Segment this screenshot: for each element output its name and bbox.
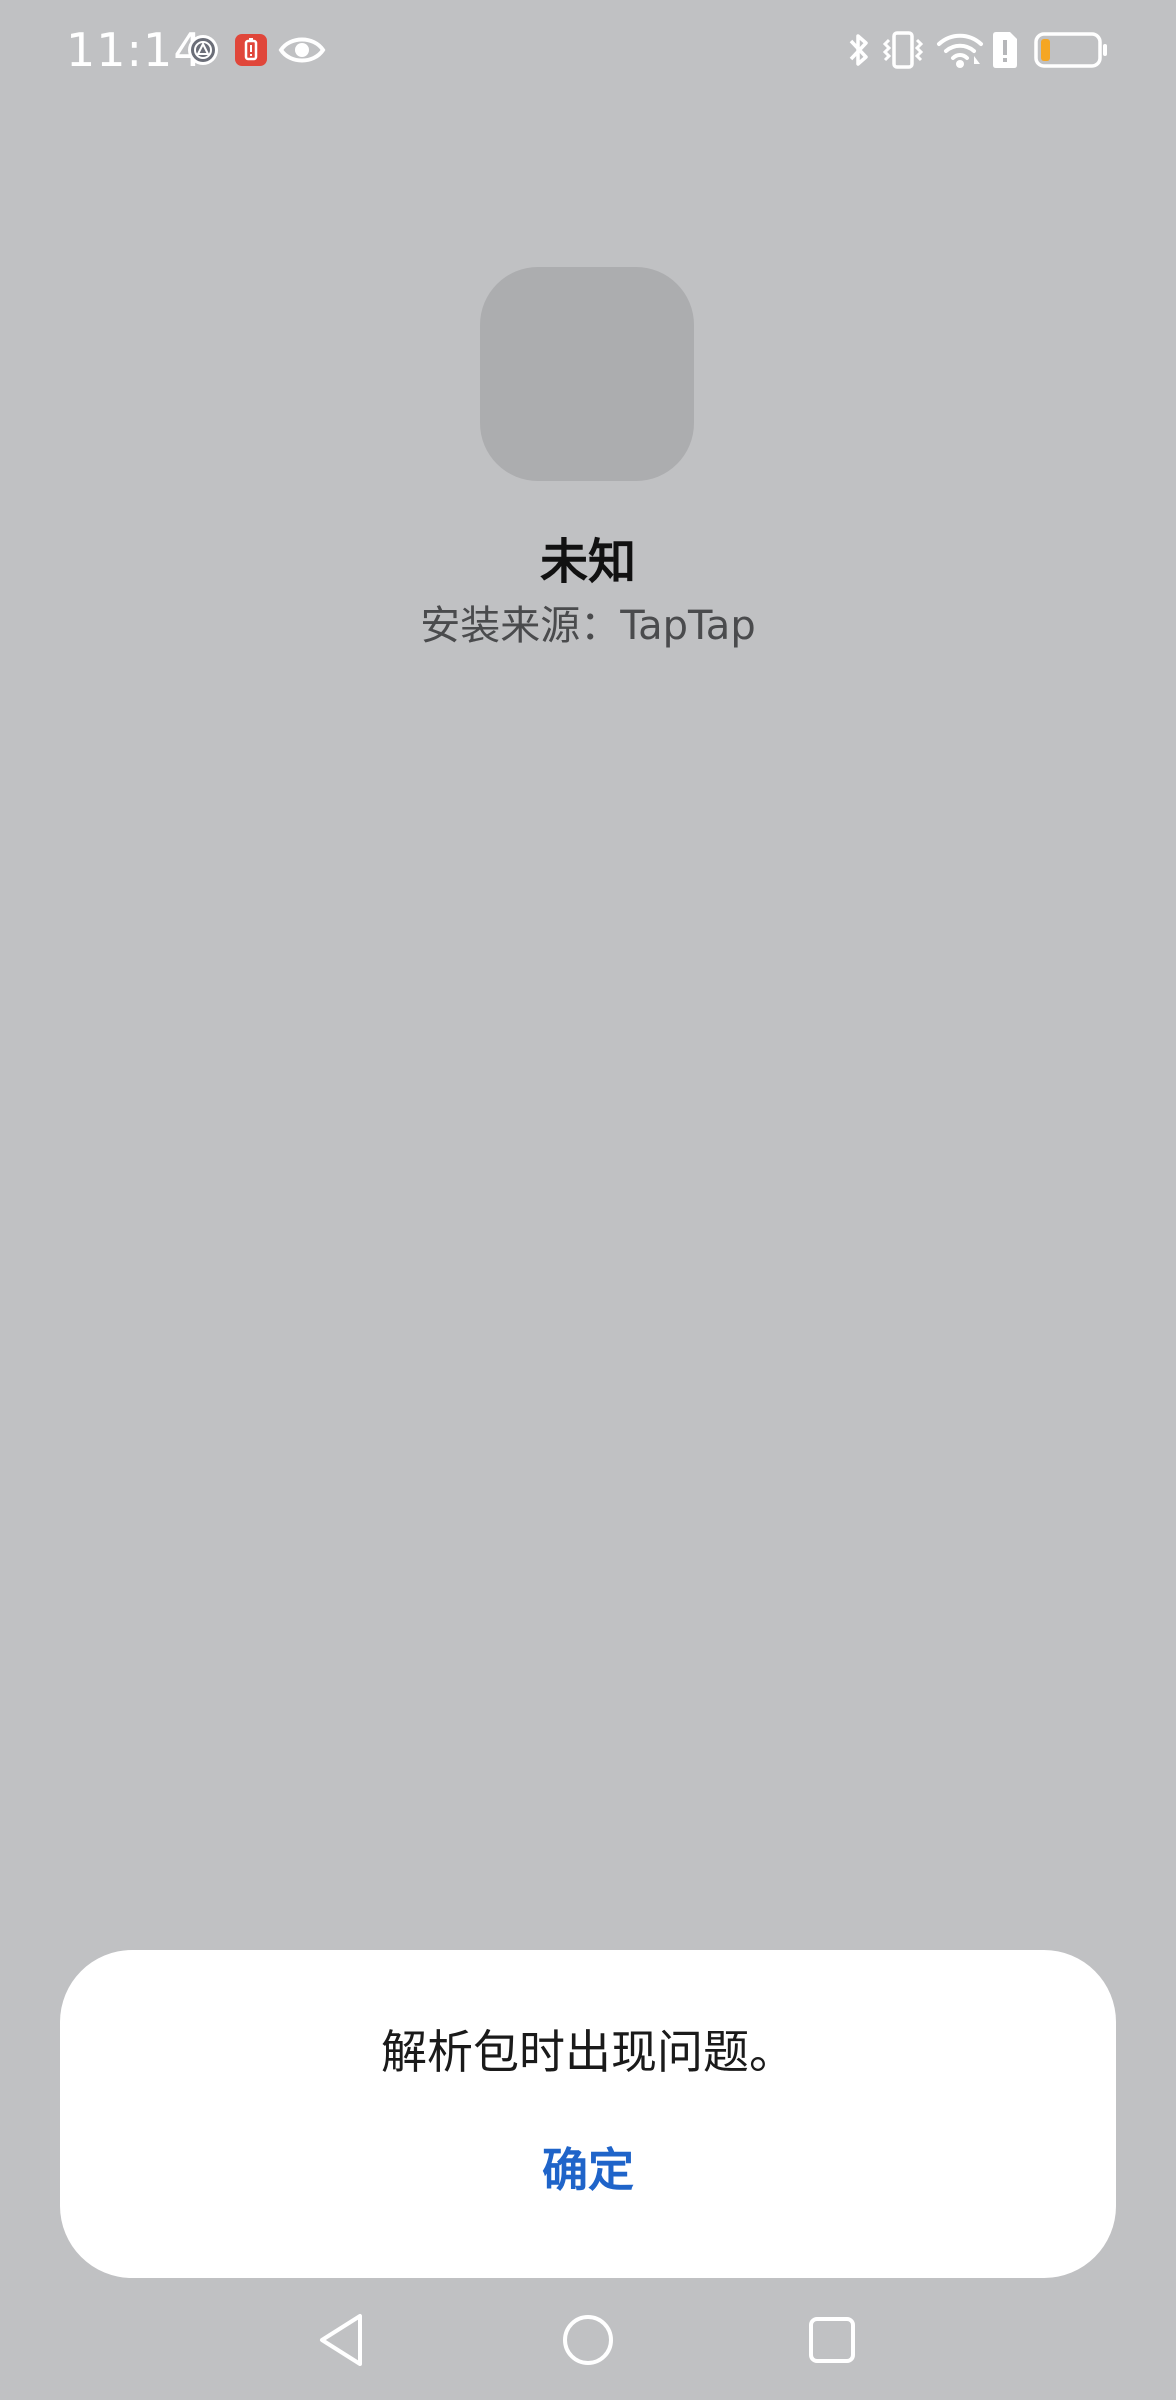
back-icon[interactable] xyxy=(314,2310,370,2370)
app-icon-placeholder xyxy=(480,267,694,481)
vibrate-icon xyxy=(882,31,924,69)
eye-icon xyxy=(278,37,326,63)
install-source: 安装来源：TapTap xyxy=(420,603,756,649)
app-name: 未知 xyxy=(539,534,636,590)
status-time: 11:14 xyxy=(66,23,204,77)
home-icon[interactable] xyxy=(560,2312,616,2368)
error-dialog: 解析包时出现问题。 确定 xyxy=(60,1950,1116,2278)
settings-icon xyxy=(188,35,218,65)
dialog-message: 解析包时出现问题。 xyxy=(381,2025,795,2079)
status-bar: 11:14 xyxy=(0,0,1176,100)
recents-icon[interactable] xyxy=(806,2314,858,2366)
bluetooth-icon xyxy=(849,34,868,66)
sim-alert-icon xyxy=(993,32,1017,68)
wifi-icon xyxy=(937,33,983,68)
battery-icon xyxy=(1034,32,1107,68)
battery-alert-icon xyxy=(235,34,267,66)
confirm-button[interactable]: 确定 xyxy=(438,2128,738,2212)
